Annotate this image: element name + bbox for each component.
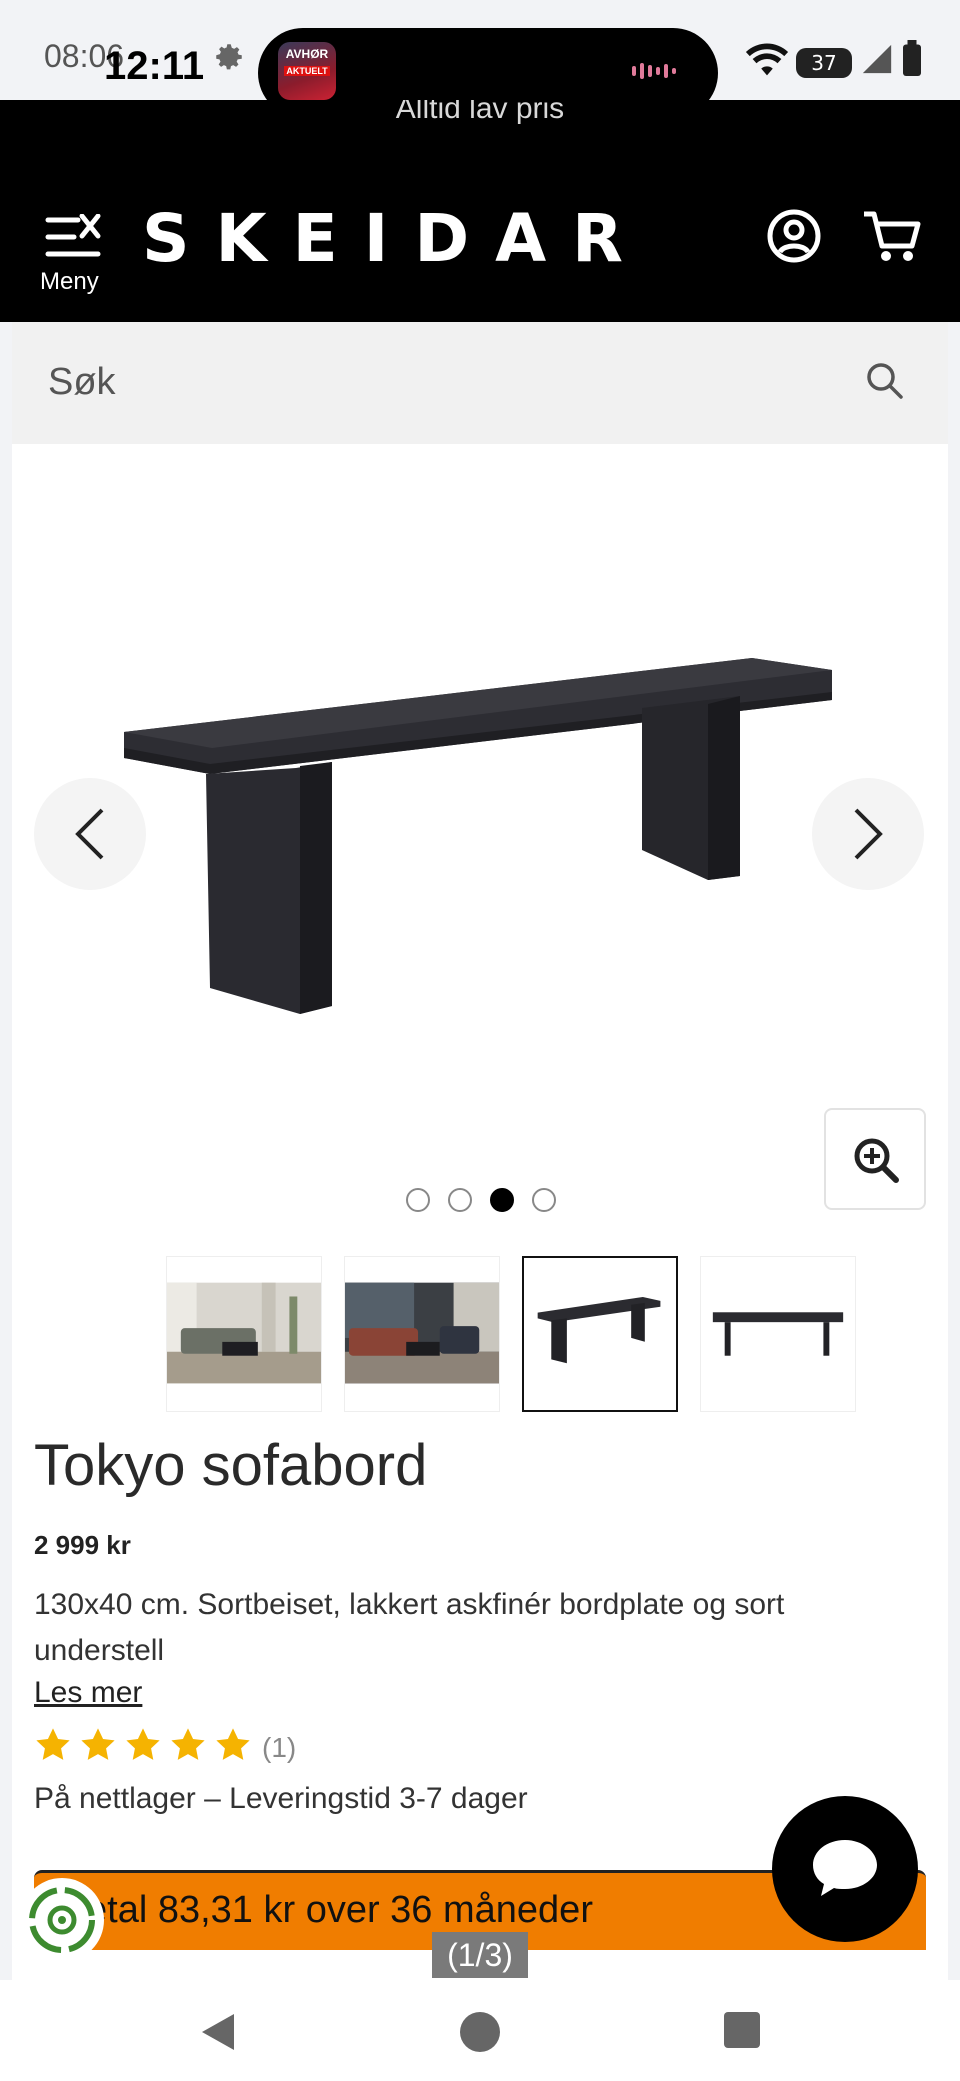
island-app-icon: AVHØR AKTUELT (278, 42, 336, 100)
product-gallery (12, 444, 948, 1244)
thumbnail-image (537, 1296, 661, 1364)
search-input[interactable] (48, 352, 828, 412)
status-bar: 08:06 12:11 AVHØR AKTUELT 37 (12, 0, 948, 118)
android-nav-bar (0, 1980, 960, 2081)
gallery-next-button[interactable] (812, 778, 924, 890)
chevron-right-icon (854, 808, 883, 860)
thumbnail-2[interactable] (344, 1256, 500, 1412)
star-icon (216, 1728, 250, 1760)
chat-button[interactable] (772, 1796, 918, 1942)
product-description: 130x40 cm. Sortbeiset, lakkert askfinér … (34, 1588, 785, 1667)
status-time: 12:11 (104, 44, 205, 88)
gear-icon (216, 44, 242, 70)
recents-icon[interactable] (722, 2010, 762, 2050)
thumbnail-1[interactable] (166, 1256, 322, 1412)
site-header: Alltid lav pris Meny SKEIDAR (0, 100, 960, 322)
star-icon (126, 1728, 160, 1760)
thumbnail-strip (166, 1256, 866, 1412)
signal-icon (862, 44, 892, 74)
island-app-label: AVHØR (285, 47, 329, 61)
chevron-left-icon (75, 808, 104, 860)
gallery-dot[interactable] (448, 1188, 472, 1212)
product-rating[interactable]: (1) (34, 1726, 434, 1770)
back-icon[interactable] (196, 2010, 240, 2054)
search-icon[interactable] (864, 360, 904, 400)
status-indicators: 37 (694, 34, 934, 84)
skeidar-logo[interactable]: SKEIDAR (142, 200, 649, 277)
rating-count: (1) (262, 1732, 297, 1763)
recycle-badge[interactable] (20, 1878, 104, 1962)
battery-saver-icon: 37 (796, 48, 852, 78)
finance-text: etal 83,31 kr over 36 måneder (86, 1889, 593, 1931)
battery-icon (903, 40, 921, 76)
product-title: Tokyo sofabord (34, 1433, 428, 1498)
search-bar (12, 322, 948, 444)
product-price: 2 999 kr (34, 1530, 131, 1560)
star-icon (171, 1728, 205, 1760)
zoom-button[interactable] (824, 1108, 926, 1210)
thumbnail-3[interactable] (522, 1256, 678, 1412)
gallery-dot[interactable] (532, 1188, 556, 1212)
thumbnail-image (345, 1282, 499, 1384)
gallery-dots (406, 1188, 586, 1218)
audio-wave-icon (632, 63, 676, 79)
promo-text: Alltid lav pris (395, 100, 565, 125)
stock-status: På nettlager – Leveringstid 3-7 dager (34, 1782, 528, 1815)
chat-bubble-icon (813, 1840, 877, 1896)
gallery-dot-active[interactable] (490, 1188, 514, 1212)
thumbnail-4[interactable] (700, 1256, 856, 1412)
island-app-sub-label: AKTUELT (284, 66, 330, 76)
wifi-icon (745, 43, 789, 76)
recycle-icon (29, 1887, 95, 1953)
zoom-in-icon (854, 1138, 899, 1183)
menu-icon (45, 214, 101, 257)
thumbnail-image (712, 1312, 844, 1356)
home-icon[interactable] (458, 2010, 502, 2054)
star-icon (81, 1728, 115, 1760)
read-more-link[interactable]: Les mer (34, 1676, 142, 1710)
thumbnail-image (167, 1282, 321, 1384)
gallery-prev-button[interactable] (34, 778, 146, 890)
product-image[interactable] (112, 644, 842, 1024)
account-icon[interactable] (766, 208, 822, 264)
star-icon (36, 1728, 70, 1760)
cart-icon[interactable] (862, 208, 922, 264)
battery-level: 37 (811, 51, 836, 75)
gallery-dot[interactable] (406, 1188, 430, 1212)
menu-label: Meny (40, 268, 99, 295)
page-counter: (1/3) (432, 1932, 528, 1978)
